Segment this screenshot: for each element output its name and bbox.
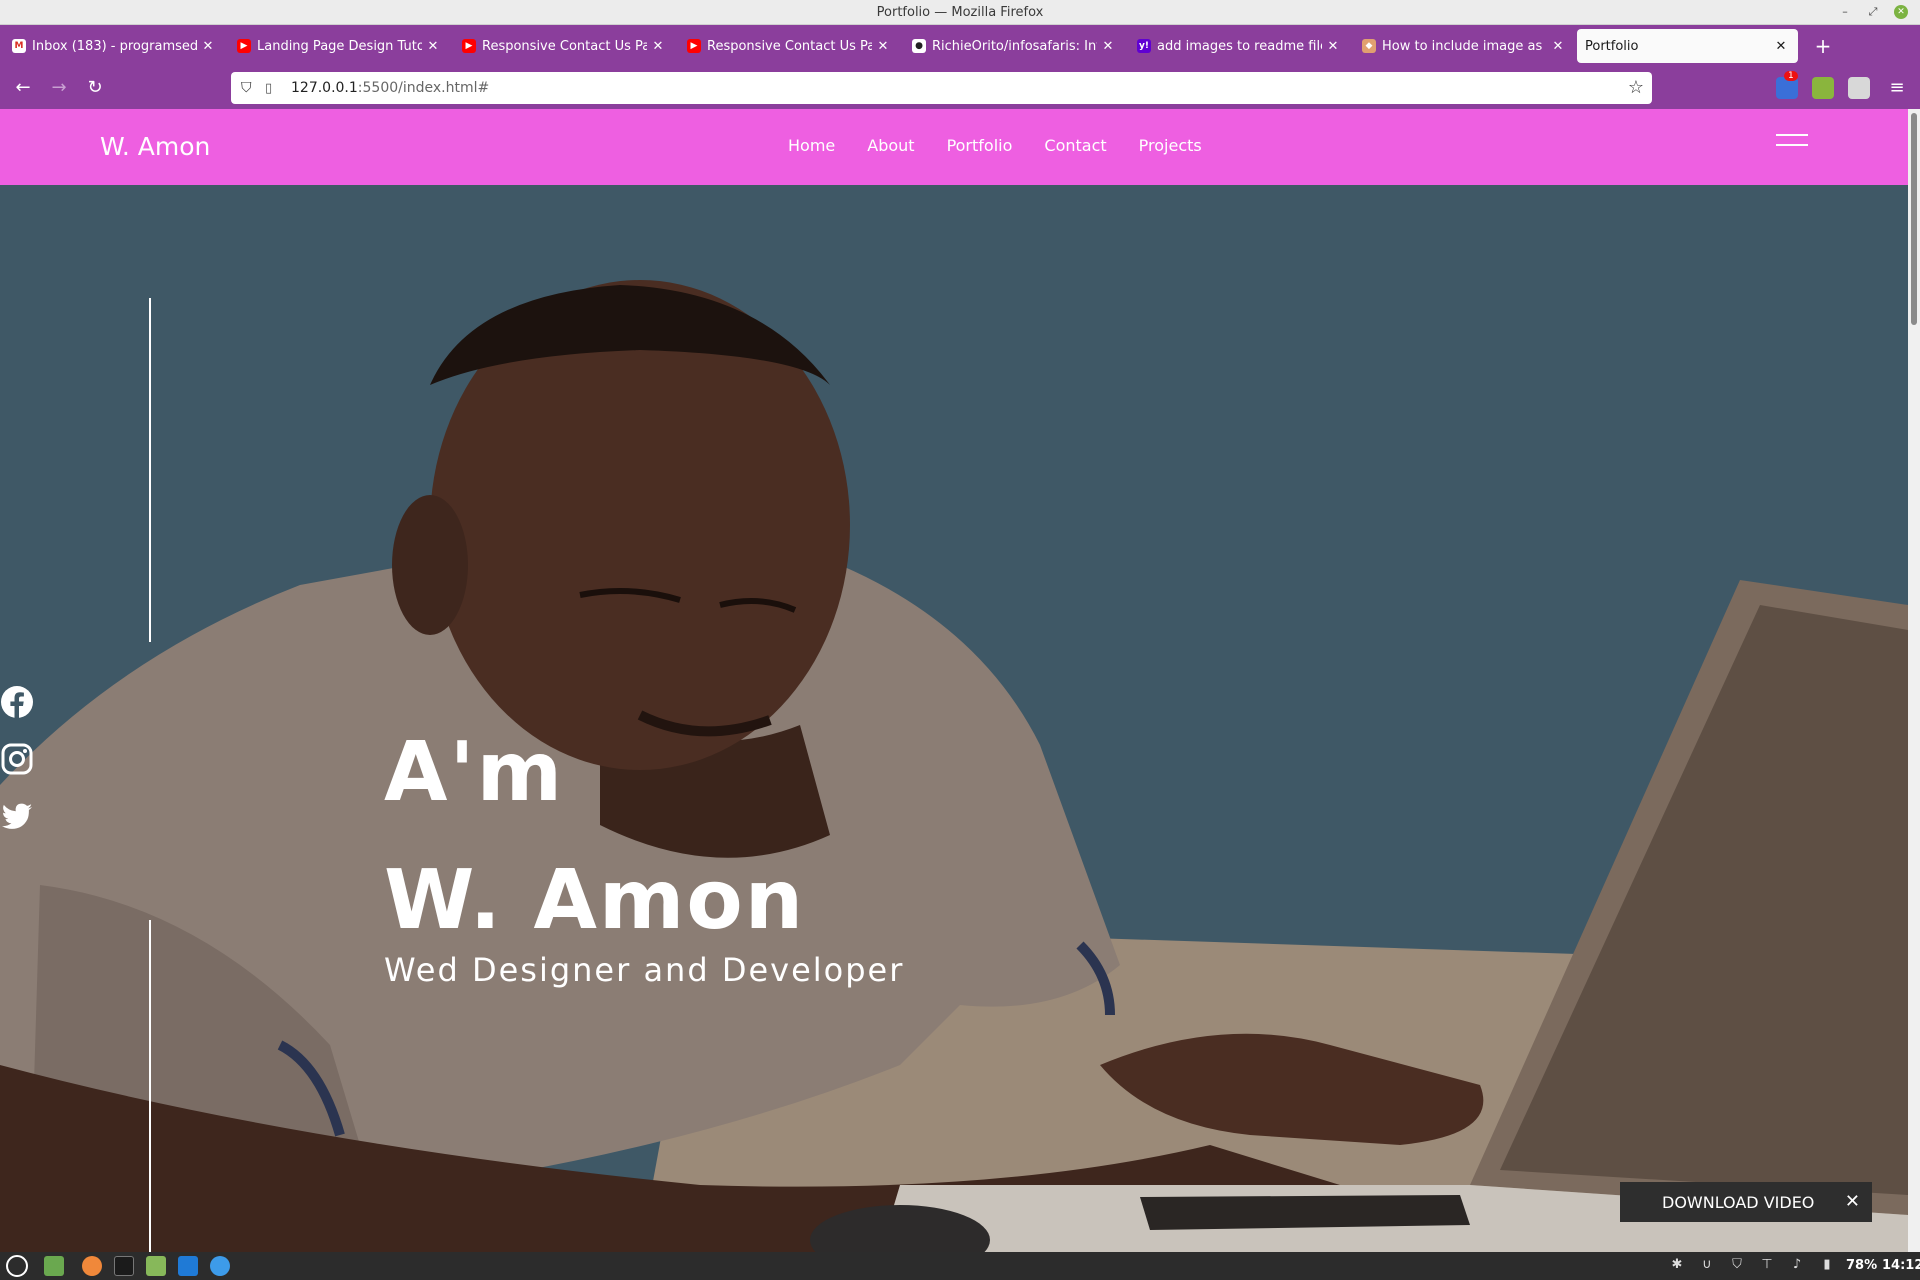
nav-contact[interactable]: Contact	[1044, 136, 1106, 155]
close-tab-icon[interactable]: ✕	[876, 39, 890, 54]
url-bar[interactable]: ⛉ ▯ 127.0.0.1:5500/index.html# ☆	[231, 72, 1652, 104]
firefox-icon[interactable]	[82, 1256, 102, 1276]
nav-about[interactable]: About	[867, 136, 914, 155]
facebook-icon[interactable]	[0, 685, 34, 719]
start-menu-icon[interactable]	[6, 1255, 28, 1277]
site-logo[interactable]: W. Amon	[100, 132, 210, 161]
decorative-line	[149, 298, 151, 642]
tab-label: Portfolio	[1585, 38, 1639, 54]
close-tab-icon[interactable]: ✕	[1326, 39, 1340, 54]
bookmark-star-icon[interactable]: ☆	[1628, 77, 1644, 98]
reload-icon[interactable]: ↻	[82, 75, 108, 101]
page-icon[interactable]: ▯	[265, 81, 287, 96]
window-title: Portfolio — Mozilla Firefox	[876, 5, 1044, 20]
close-icon[interactable]: ✕	[1845, 1191, 1860, 1212]
site-icon: ◆	[1362, 39, 1376, 53]
page-scrollbar[interactable]	[1908, 109, 1920, 1252]
show-desktop-icon[interactable]	[44, 1256, 64, 1276]
clock[interactable]: 14:12	[1882, 1258, 1920, 1273]
hero-greeting: A'm	[384, 725, 565, 820]
twitter-icon[interactable]	[0, 799, 34, 833]
extension-icon[interactable]: 1	[1776, 71, 1798, 99]
youtube-icon: ▶	[462, 39, 476, 53]
folder-icon[interactable]	[146, 1256, 166, 1276]
site-nav: Home About Portfolio Contact Projects	[788, 136, 1202, 155]
decorative-line	[149, 920, 151, 1252]
shield-icon[interactable]: ⛉	[1728, 1257, 1746, 1275]
new-tab-icon[interactable]: +	[1810, 33, 1836, 59]
close-tab-icon[interactable]: ✕	[1551, 39, 1565, 54]
extension-badge: 1	[1784, 71, 1798, 81]
github-icon: ●	[912, 39, 926, 53]
battery-icon[interactable]: ▮	[1818, 1257, 1836, 1275]
volume-icon[interactable]: ♪	[1788, 1257, 1806, 1275]
chrome-icon[interactable]	[210, 1256, 230, 1276]
tab-label: Responsive Contact Us Page	[707, 38, 872, 54]
tab[interactable]: ▶ Landing Page Design Tutori ✕	[229, 29, 450, 63]
nav-home[interactable]: Home	[788, 136, 835, 155]
taskbar: ✱ ∪ ⛉ ⊤ ♪ ▮ 78% 14:12	[0, 1252, 1920, 1280]
tab-label: Landing Page Design Tutori	[257, 38, 422, 54]
close-tab-icon[interactable]: ✕	[651, 39, 665, 54]
close-window-icon[interactable]: ✕	[1894, 5, 1908, 19]
gmail-icon: M	[12, 39, 26, 53]
hero-role: Wed Designer and Developer	[384, 951, 905, 989]
tab-strip: M Inbox (183) - programseduc ✕ ▶ Landing…	[0, 25, 1920, 67]
close-tab-icon[interactable]: ✕	[1774, 39, 1788, 54]
close-tab-icon[interactable]: ✕	[1101, 39, 1115, 54]
tab-label: How to include image as Ma	[1382, 38, 1547, 54]
hero-name: W. Amon	[384, 853, 806, 948]
download-extension-icon[interactable]	[1812, 77, 1834, 99]
browser-toolbar: ← → ↻ ⛉ ▯ 127.0.0.1:5500/index.html# ☆ 1…	[0, 67, 1920, 109]
network-icon[interactable]: ⊤	[1758, 1257, 1776, 1275]
scrollbar-thumb[interactable]	[1911, 113, 1917, 325]
hero-photo	[0, 185, 1908, 1252]
terminal-icon[interactable]	[114, 1256, 134, 1276]
tab[interactable]: ▶ Responsive Contact Us Page ✕	[454, 29, 675, 63]
url-text[interactable]: 127.0.0.1:5500/index.html#	[291, 80, 489, 96]
tab-label: add images to readme file v	[1157, 38, 1322, 54]
tab-label: Inbox (183) - programseduc	[32, 38, 197, 54]
tab-label: Responsive Contact Us Page	[482, 38, 647, 54]
download-video-label: DOWNLOAD VIDEO	[1662, 1192, 1815, 1212]
back-icon[interactable]: ←	[10, 75, 36, 101]
tab[interactable]: ◆ How to include image as Ma ✕	[1354, 29, 1575, 63]
close-tab-icon[interactable]: ✕	[426, 39, 440, 54]
hamburger-menu-icon[interactable]: ≡	[1884, 75, 1910, 101]
shield-icon[interactable]: ⛉	[241, 80, 259, 96]
vscode-icon[interactable]	[178, 1256, 198, 1276]
tab-label: RichieOrito/infosafaris: Info	[932, 38, 1097, 54]
web-page: W. Amon Home About Portfolio Contact Pro…	[0, 109, 1908, 1252]
update-icon[interactable]: ∪	[1698, 1257, 1716, 1275]
close-tab-icon[interactable]: ✕	[201, 39, 215, 54]
tab-active[interactable]: Portfolio ✕	[1577, 29, 1798, 63]
tab[interactable]: y! add images to readme file v ✕	[1129, 29, 1350, 63]
youtube-icon: ▶	[237, 39, 251, 53]
maximize-icon[interactable]: ⤢	[1866, 5, 1880, 19]
instagram-icon[interactable]	[0, 742, 34, 776]
site-header: W. Amon Home About Portfolio Contact Pro…	[0, 109, 1908, 185]
tab[interactable]: ▶ Responsive Contact Us Page ✕	[679, 29, 900, 63]
nav-portfolio[interactable]: Portfolio	[947, 136, 1013, 155]
download-video-button[interactable]: DOWNLOAD VIDEO ✕	[1620, 1182, 1872, 1222]
minimize-icon[interactable]: –	[1838, 5, 1852, 19]
window-titlebar: Portfolio — Mozilla Firefox – ⤢ ✕	[0, 0, 1920, 25]
hero-section: A'm W. Amon Wed Designer and Developer	[0, 185, 1908, 1252]
menu-toggle-icon[interactable]	[1776, 134, 1808, 152]
extension-icon[interactable]	[1848, 77, 1870, 99]
slack-icon[interactable]: ✱	[1668, 1257, 1686, 1275]
yahoo-icon: y!	[1137, 39, 1151, 53]
youtube-icon: ▶	[687, 39, 701, 53]
tab[interactable]: M Inbox (183) - programseduc ✕	[4, 29, 225, 63]
nav-projects[interactable]: Projects	[1139, 136, 1202, 155]
forward-icon[interactable]: →	[46, 75, 72, 101]
url-path: :5500/index.html#	[357, 80, 490, 96]
url-host: 127.0.0.1	[291, 80, 358, 96]
battery-percent: 78%	[1846, 1258, 1878, 1273]
tab[interactable]: ● RichieOrito/infosafaris: Info ✕	[904, 29, 1125, 63]
